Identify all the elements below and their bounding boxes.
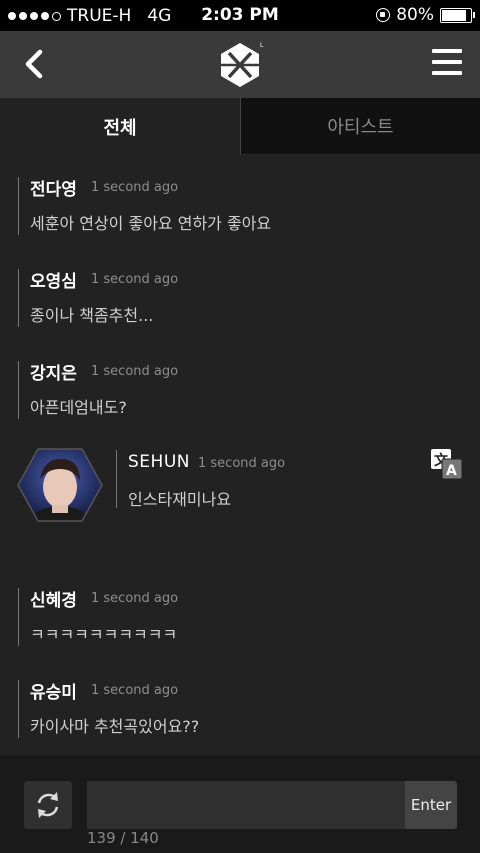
svg-text:A: A (446, 463, 457, 479)
message-feed: 전다영 1 second ago 세훈아 연상이 좋아요 연하가 좋아요 오영심… (0, 155, 480, 755)
back-button[interactable] (18, 47, 52, 81)
exo-logo: L (214, 39, 266, 91)
tab-artist[interactable]: 아티스트 (240, 98, 480, 155)
chevron-left-icon (25, 49, 43, 79)
message-text: 카이사마 추천곡있어요?? (30, 717, 200, 736)
enter-button[interactable]: Enter (405, 781, 457, 829)
message-time: 1 second ago (91, 272, 179, 287)
message-text: 인스타재미나요 (128, 490, 232, 509)
message-author: 전다영 (30, 180, 77, 200)
message-author: 신혜경 (30, 591, 77, 611)
message-author: 강지은 (30, 364, 77, 384)
artist-name: SEHUN (128, 452, 190, 472)
message-time: 1 second ago (91, 591, 179, 606)
menu-button[interactable] (432, 49, 462, 79)
translate-button[interactable]: 文 A (430, 448, 464, 480)
tab-all[interactable]: 전체 (0, 98, 240, 155)
message-author: 오영심 (30, 272, 77, 292)
message-text: 아픈데엄내도? (30, 398, 127, 417)
message-input[interactable] (87, 781, 405, 829)
status-bar: TRUE-H 4G 2:03 PM 80% (0, 0, 480, 31)
message-time: 1 second ago (91, 683, 179, 698)
svg-text:L: L (260, 42, 264, 49)
refresh-button[interactable] (24, 781, 72, 829)
message-time: 1 second ago (198, 456, 286, 471)
message-time: 1 second ago (91, 180, 179, 195)
tab-bar: 전체 아티스트 (0, 98, 480, 155)
battery-percent: 80% (396, 5, 434, 25)
message-text: ㅋㅋㅋㅋㅋㅋㅋㅋㅋㅋ (30, 625, 178, 644)
battery-icon (440, 7, 475, 23)
character-counter: 139 / 140 (87, 829, 159, 847)
status-right: 80% (376, 5, 475, 25)
translate-icon: 文 A (431, 449, 463, 480)
app-header: L (0, 31, 480, 98)
hamburger-icon (432, 49, 462, 75)
message-text: 종이나 책좀추천... (30, 306, 154, 325)
message-text: 세훈아 연상이 좋아요 연하가 좋아요 (30, 214, 272, 233)
refresh-icon (37, 792, 59, 818)
avatar[interactable] (16, 447, 104, 523)
composer-bar: Enter 139 / 140 (0, 755, 480, 853)
message-time: 1 second ago (91, 364, 179, 379)
rotation-lock-icon (376, 8, 391, 22)
message-author: 유승미 (30, 683, 77, 703)
artist-message: SEHUN 1 second ago 인스타재미나요 文 A (0, 440, 480, 540)
